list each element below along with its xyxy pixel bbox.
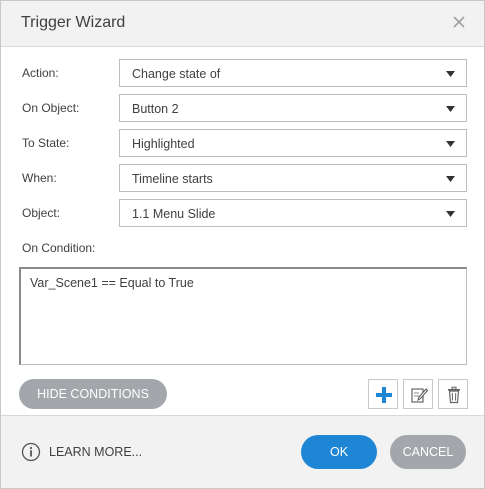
to-state-select[interactable]: Highlighted — [119, 129, 467, 157]
hide-conditions-button[interactable]: HIDE CONDITIONS — [19, 379, 167, 409]
conditions-list[interactable]: Var_Scene1 == Equal to True — [19, 267, 467, 365]
chevron-down-icon — [446, 71, 455, 77]
edit-condition-button[interactable] — [403, 379, 433, 409]
chevron-down-icon — [446, 106, 455, 112]
add-condition-button[interactable] — [368, 379, 398, 409]
condition-item[interactable]: Var_Scene1 == Equal to True — [30, 276, 194, 290]
trigger-wizard-dialog: Trigger Wizard Action: Change state of O… — [0, 0, 485, 489]
when-select[interactable]: Timeline starts — [119, 164, 467, 192]
object-select[interactable]: 1.1 Menu Slide — [119, 199, 467, 227]
learn-more-link[interactable]: LEARN MORE... — [21, 442, 142, 462]
on-condition-label: On Condition: — [22, 241, 96, 255]
cancel-button[interactable]: CANCEL — [390, 435, 466, 469]
action-value: Change state of — [132, 67, 221, 81]
learn-more-label: LEARN MORE... — [49, 445, 143, 459]
object-value: 1.1 Menu Slide — [132, 207, 216, 221]
close-icon[interactable] — [450, 13, 468, 31]
object-label: Object: — [22, 206, 61, 220]
edit-icon — [411, 388, 428, 403]
info-icon — [21, 442, 41, 462]
ok-button[interactable]: OK — [301, 435, 377, 469]
chevron-down-icon — [446, 211, 455, 217]
dialog-title: Trigger Wizard — [21, 14, 126, 31]
action-select[interactable]: Change state of — [119, 59, 467, 87]
chevron-down-icon — [446, 176, 455, 182]
to-state-value: Highlighted — [132, 137, 195, 151]
titlebar: Trigger Wizard — [1, 1, 484, 47]
chevron-down-icon — [446, 141, 455, 147]
to-state-label: To State: — [22, 136, 70, 150]
action-label: Action: — [22, 66, 59, 80]
on-object-value: Button 2 — [132, 102, 179, 116]
delete-condition-button[interactable] — [438, 379, 468, 409]
on-object-select[interactable]: Button 2 — [119, 94, 467, 122]
when-value: Timeline starts — [132, 172, 213, 186]
trash-icon — [448, 386, 460, 404]
plus-icon — [376, 387, 392, 403]
on-object-label: On Object: — [22, 101, 80, 115]
when-label: When: — [22, 171, 57, 185]
dialog-footer: LEARN MORE... OK CANCEL — [1, 415, 484, 488]
